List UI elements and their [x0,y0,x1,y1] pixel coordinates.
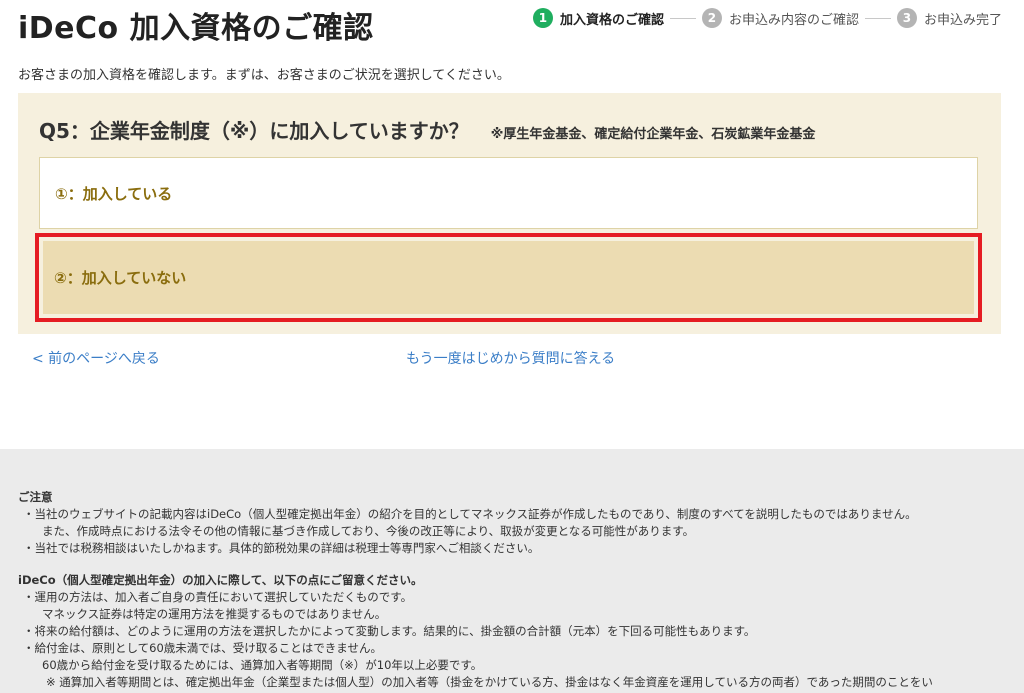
option-enrolled-button[interactable]: ①：加入している [39,157,978,229]
option-not-enrolled-highlight[interactable]: ②：加入していない [35,233,982,322]
ideco-note-item: ※ 通算加入者等期間とは、確定拠出年金（企業型または個人型）の加入者等（掛金をか… [46,675,933,689]
caution-item: ・当社のウェブサイトの記載内容はiDeCo（個人型確定拠出年金）の紹介を目的とし… [23,507,917,521]
restart-link[interactable]: もう一度はじめから質問に答える [406,348,615,368]
intro-text: お客さまの加入資格を確認します。まずは、お客さまのご状況を選択してください。 [18,68,510,83]
question-note: ※厚生年金基金、確定給付企業年金、石炭鉱業年金基金 [490,127,816,142]
step-complete: 3 お申込み完了 [896,8,1002,28]
option-not-enrolled-button[interactable]: ②：加入していない [43,241,974,314]
ideco-note-item: ・将来の給付額は、どのように運用の方法を選択したかによって変動します。結果的に、… [23,624,756,638]
option-label: ②：加入していない [54,269,187,287]
question-header: Q5：企業年金制度（※）に加入していますか？ ※厚生年金基金、確定給付企業年金、… [39,115,815,144]
question-title: Q5：企業年金制度（※）に加入していますか？ [39,119,469,143]
step-number: 3 [896,8,917,28]
step-label: 加入資格のご確認 [559,12,664,28]
question-panel: Q5：企業年金制度（※）に加入していますか？ ※厚生年金基金、確定給付企業年金、… [18,93,1001,334]
step-connector [864,17,891,19]
ideco-notes-heading: iDeCo（個人型確定拠出年金）の加入に際して、以下の点にご留意ください。 [18,573,423,587]
ideco-note-item: ・運用の方法は、加入者ご自身の責任において選択していただくものです。 [23,590,413,604]
step-confirm-application: 2 お申込み内容のご確認 [701,8,859,28]
option-label: ①：加入している [55,185,173,203]
ideco-note-item: 60歳から給付金を受け取るためには、通算加入者等期間（※）が10年以上必要です。 [42,658,483,672]
caution-heading: ご注意 [18,490,53,504]
back-link[interactable]: < 前のページへ戻る [32,348,160,368]
step-number: 2 [701,8,722,28]
step-connector [669,17,696,19]
footer-content: ご注意 ・当社のウェブサイトの記載内容はiDeCo（個人型確定拠出年金）の紹介を… [18,489,1014,691]
step-label: お申込み内容のご確認 [728,12,859,28]
step-number: 1 [532,8,553,28]
caution-item: また、作成時点における法令その他の情報に基づき作成しており、今後の改正等により、… [42,524,695,538]
ideco-note-item: ・給付金は、原則として60歳未満では、受け取ることはできません。 [23,641,382,655]
caution-item: ・当社では税務相談はいたしかねます。具体的節税効果の詳細は税理士等専門家へご相談… [23,541,540,555]
step-label: お申込み完了 [923,12,1002,28]
step-eligibility: 1 加入資格のご確認 [532,8,664,28]
progress-steps: 1 加入資格のご確認 2 お申込み内容のご確認 3 お申込み完了 [532,8,1002,28]
ideco-note-item: マネックス証券は特定の運用方法を推奨するものではありません。 [42,607,387,621]
footer-notes: ご注意 ・当社のウェブサイトの記載内容はiDeCo（個人型確定拠出年金）の紹介を… [0,449,1024,693]
page-title: iDeCo 加入資格のご確認 [18,11,374,46]
